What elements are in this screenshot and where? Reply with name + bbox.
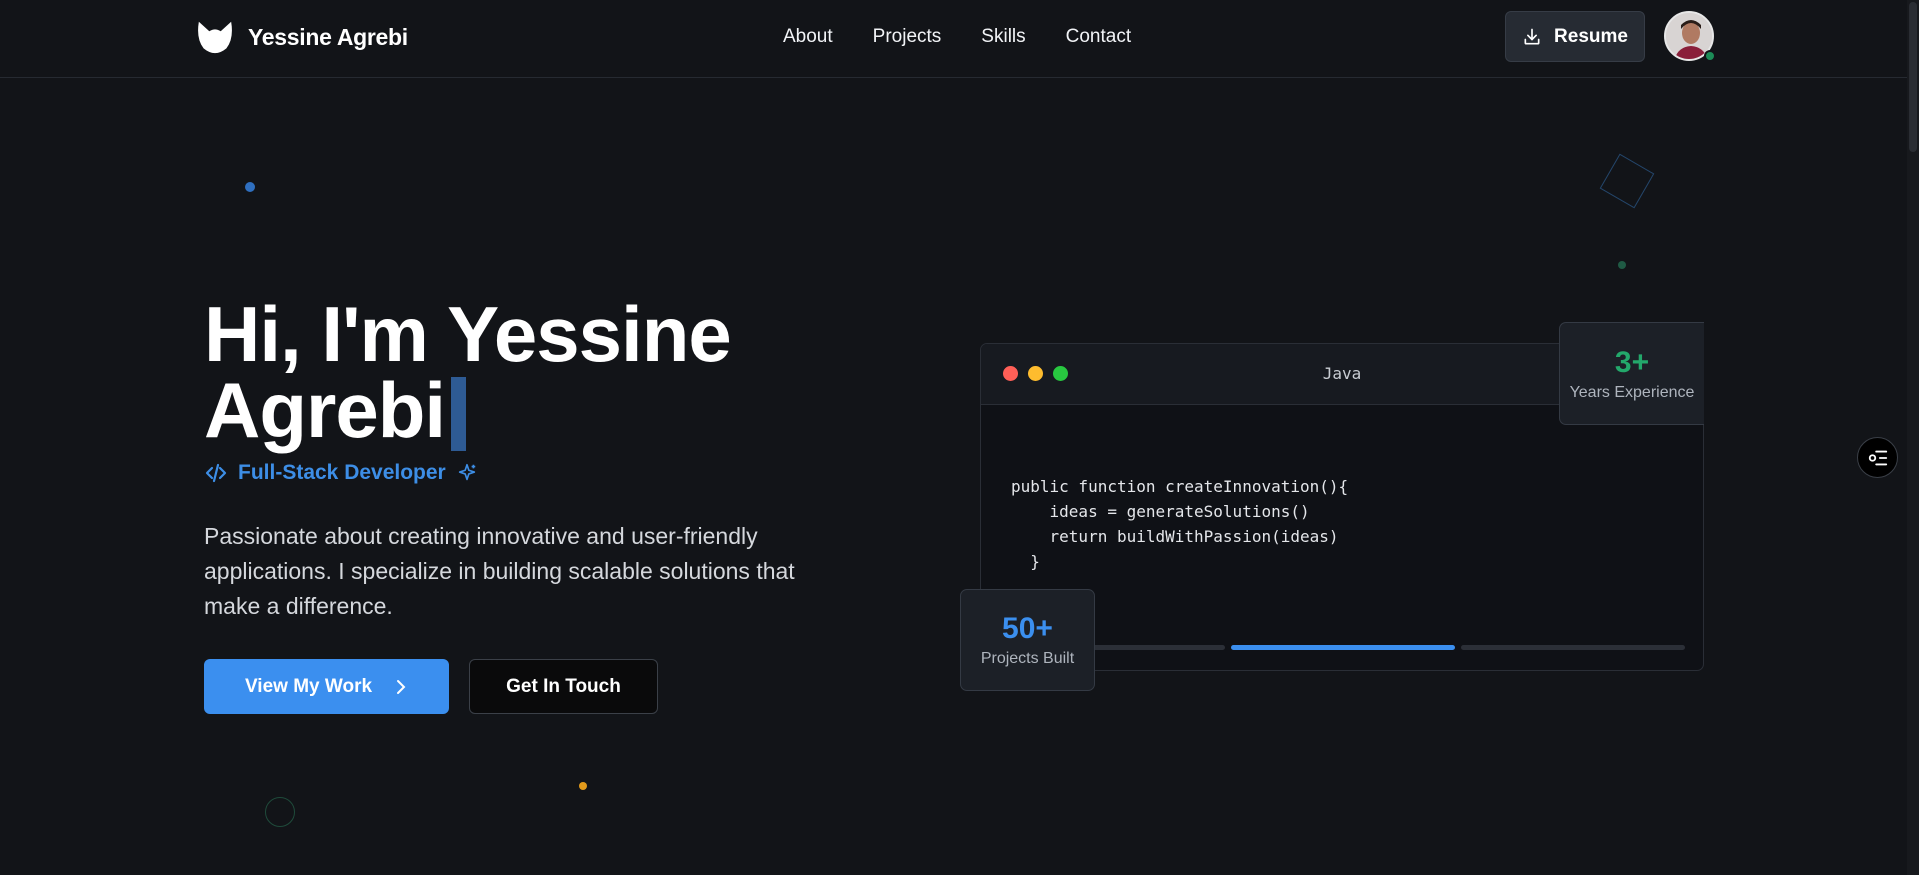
- nav-link-about[interactable]: About: [783, 26, 833, 48]
- hero-title-line1: Hi, I'm Yessine: [204, 290, 732, 378]
- online-status-dot: [1704, 50, 1716, 62]
- decor-dot-green: [1618, 261, 1626, 269]
- nav-link-skills[interactable]: Skills: [981, 26, 1025, 48]
- scrollbar-thumb[interactable]: [1909, 2, 1917, 152]
- code-line: }: [1011, 552, 1040, 571]
- experience-label: Years Experience: [1569, 383, 1695, 401]
- download-icon: [1524, 28, 1540, 45]
- chevron-right-icon: [397, 679, 406, 694]
- projects-value: 50+: [1002, 612, 1053, 645]
- resume-label: Resume: [1554, 25, 1628, 47]
- projects-label: Projects Built: [980, 650, 1075, 667]
- decor-diamond: [1599, 153, 1655, 209]
- role-line: Full-Stack Developer: [204, 461, 478, 485]
- typing-caret: [451, 377, 467, 451]
- view-my-work-button[interactable]: View My Work: [204, 659, 449, 714]
- progress-segment-active: [1231, 645, 1455, 650]
- view-my-work-label: View My Work: [244, 675, 373, 697]
- experience-value: 3+: [1614, 345, 1650, 379]
- brand[interactable]: Yessine Agrebi: [196, 18, 408, 56]
- progress-segment: [1091, 645, 1225, 650]
- settings-list-icon: [1868, 450, 1887, 465]
- projects-stat-card: 50+ Projects Built: [960, 589, 1095, 691]
- code-line: public function createInnovation(){: [1011, 477, 1349, 496]
- logo-icon: [198, 21, 232, 54]
- get-in-touch-button[interactable]: Get In Touch: [469, 659, 658, 714]
- hero-title-line2: Agrebi: [204, 366, 446, 454]
- settings-toggle-button[interactable]: [1857, 437, 1898, 478]
- experience-stat-card: 3+ Years Experience: [1559, 322, 1704, 425]
- code-snippet: public function createInnovation(){ idea…: [1011, 474, 1348, 574]
- top-navbar: Yessine Agrebi About Projects Skills Con…: [0, 0, 1907, 78]
- code-line: return buildWithPassion(ideas): [1011, 527, 1339, 546]
- sparkles-icon: [458, 463, 475, 481]
- nav-link-contact[interactable]: Contact: [1066, 26, 1131, 48]
- nav-link-projects[interactable]: Projects: [873, 26, 942, 48]
- hero-description: Passionate about creating innovative and…: [204, 523, 795, 619]
- decor-dot-orange: [579, 782, 587, 790]
- role-label: Full-Stack Developer: [238, 461, 446, 484]
- nav-links: About Projects Skills Contact: [783, 26, 1131, 48]
- progress-segment: [1461, 645, 1685, 650]
- get-in-touch-label: Get In Touch: [506, 675, 621, 697]
- code-line: ideas = generateSolutions(): [1011, 502, 1310, 521]
- code-icon: [205, 463, 227, 483]
- resume-button[interactable]: Resume: [1505, 11, 1645, 62]
- hero-title: Hi, I'm Yessine Agrebi: [204, 295, 732, 454]
- brand-name: Yessine Agrebi: [248, 23, 408, 50]
- decor-dot-blue: [245, 182, 255, 192]
- decor-ring: [265, 797, 295, 827]
